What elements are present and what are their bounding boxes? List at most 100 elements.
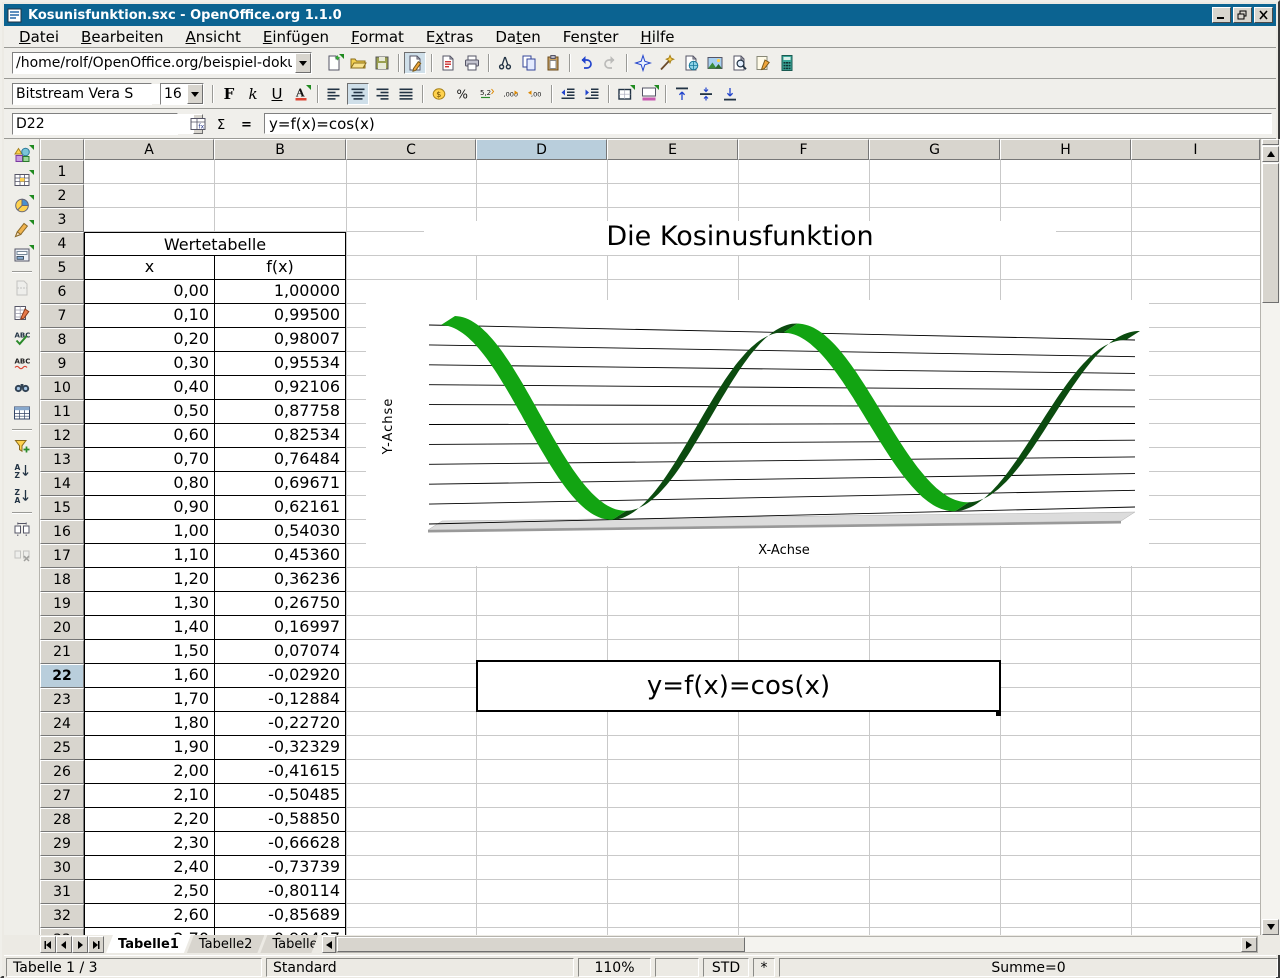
row-header-8[interactable]: 8	[40, 328, 84, 352]
row-header-25[interactable]: 25	[40, 736, 84, 760]
new-document-icon[interactable]	[323, 52, 345, 74]
hscroll-left-arrow[interactable]	[322, 936, 336, 953]
document-url-combo[interactable]	[12, 52, 312, 74]
cell[interactable]: 1,10	[85, 544, 215, 567]
calculator-icon[interactable]	[776, 52, 798, 74]
row-header-12[interactable]: 12	[40, 424, 84, 448]
font-size-input[interactable]	[161, 84, 187, 104]
value-table-title[interactable]: Wertetabelle	[85, 233, 345, 256]
sort-ascending-icon[interactable]: AZ	[9, 459, 35, 483]
cell[interactable]: 2,00	[85, 760, 215, 783]
percent-icon[interactable]: %	[452, 83, 474, 105]
row-header-11[interactable]: 11	[40, 400, 84, 424]
cell[interactable]: 2,10	[85, 784, 215, 807]
cell[interactable]: -0,58850	[215, 808, 345, 831]
row-header-3[interactable]: 3	[40, 208, 84, 232]
column-header-B[interactable]: B	[214, 139, 346, 160]
cell[interactable]: 2,30	[85, 832, 215, 855]
cell-reference-box[interactable]	[12, 113, 178, 135]
row-header-20[interactable]: 20	[40, 616, 84, 640]
cell[interactable]: -0,22720	[215, 712, 345, 735]
export-pdf-icon[interactable]	[437, 52, 459, 74]
first-sheet-icon[interactable]	[40, 936, 56, 953]
autofilter-icon[interactable]	[9, 434, 35, 458]
cell[interactable]: 0,36236	[215, 568, 345, 591]
autospellcheck-icon[interactable]: ABC	[9, 351, 35, 375]
menu-fenster[interactable]: Fenster	[552, 27, 630, 47]
print-icon[interactable]	[461, 52, 483, 74]
cell[interactable]: 0,45360	[215, 544, 345, 567]
delete-decimal-icon[interactable]: ,00	[524, 83, 546, 105]
row-header-28[interactable]: 28	[40, 808, 84, 832]
row-header-2[interactable]: 2	[40, 184, 84, 208]
add-decimal-icon[interactable]: ,000	[500, 83, 522, 105]
last-sheet-icon[interactable]	[88, 936, 104, 953]
cell[interactable]: -0,32329	[215, 736, 345, 759]
cell[interactable]: -0,85689	[215, 904, 345, 927]
cell[interactable]: -0,66628	[215, 832, 345, 855]
row-header-22[interactable]: 22	[40, 664, 84, 688]
cell[interactable]: 0,87758	[215, 400, 345, 423]
cell[interactable]: 0,20	[85, 328, 215, 351]
next-sheet-icon[interactable]	[72, 936, 88, 953]
hscroll-right-arrow[interactable]	[1241, 937, 1257, 952]
value-table-column-header[interactable]: f(x)	[215, 256, 345, 279]
cell[interactable]: 0,95534	[215, 352, 345, 375]
cell[interactable]: 1,70	[85, 688, 215, 711]
status-insert-mode[interactable]	[655, 958, 699, 977]
row-header-16[interactable]: 16	[40, 520, 84, 544]
cell[interactable]: 0,16997	[215, 616, 345, 639]
cell[interactable]: -0,12884	[215, 688, 345, 711]
vscroll-split-handle[interactable]	[1262, 139, 1279, 145]
background-color-icon[interactable]	[638, 83, 660, 105]
font-size-dropdown-icon[interactable]	[187, 84, 203, 104]
row-header-17[interactable]: 17	[40, 544, 84, 568]
row-header-4[interactable]: 4	[40, 232, 84, 256]
autopilot-icon[interactable]	[656, 52, 678, 74]
cell[interactable]: 1,80	[85, 712, 215, 735]
currency-icon[interactable]: $	[428, 83, 450, 105]
select-all-corner[interactable]	[40, 139, 84, 160]
status-zoom[interactable]: 110%	[578, 958, 651, 977]
datasources-icon[interactable]	[9, 401, 35, 425]
cell[interactable]: 2,50	[85, 880, 215, 903]
cell[interactable]: 1,30	[85, 592, 215, 615]
formula-textbox[interactable]: y=f(x)=cos(x)	[476, 660, 1001, 712]
align-center-vertical-icon[interactable]	[695, 83, 717, 105]
insert-cells-icon[interactable]	[9, 168, 35, 192]
cell[interactable]: 0,69671	[215, 472, 345, 495]
italic-icon[interactable]: k	[242, 83, 264, 105]
insert-chart-icon[interactable]	[9, 193, 35, 217]
menu-daten[interactable]: Daten	[484, 27, 551, 47]
insert-icon[interactable]	[9, 143, 35, 167]
row-header-6[interactable]: 6	[40, 280, 84, 304]
align-center-icon[interactable]	[347, 83, 369, 105]
row-header-27[interactable]: 27	[40, 784, 84, 808]
menu-ansicht[interactable]: Ansicht	[174, 27, 251, 47]
formula-input-line[interactable]	[264, 113, 1272, 134]
row-header-5[interactable]: 5	[40, 256, 84, 280]
borders-icon[interactable]	[614, 83, 636, 105]
cell[interactable]: 0,70	[85, 448, 215, 471]
status-sum[interactable]: Summe=0	[779, 958, 1278, 977]
cut-icon[interactable]	[494, 52, 516, 74]
column-header-I[interactable]: I	[1131, 139, 1260, 160]
zoom-icon[interactable]	[728, 52, 750, 74]
resize-handle[interactable]	[996, 711, 1001, 716]
row-header-1[interactable]: 1	[40, 160, 84, 184]
vscroll-thumb[interactable]	[1262, 163, 1279, 303]
sheet-tab-tabelle1[interactable]: Tabelle1	[106, 935, 191, 953]
row-header-33[interactable]: 33	[40, 928, 84, 935]
spellcheck-icon[interactable]: ABC	[9, 326, 35, 350]
cell[interactable]: 1,20	[85, 568, 215, 591]
cell[interactable]: 0,90	[85, 496, 215, 519]
column-header-A[interactable]: A	[84, 139, 214, 160]
cell[interactable]: 0,62161	[215, 496, 345, 519]
hyperlink-icon[interactable]	[680, 52, 702, 74]
equals-icon[interactable]: =	[235, 113, 257, 135]
undo-icon[interactable]	[575, 52, 597, 74]
cell[interactable]: 0,82534	[215, 424, 345, 447]
font-color-icon[interactable]: A	[290, 83, 312, 105]
underline-icon[interactable]: U	[266, 83, 288, 105]
horizontal-scrollbar[interactable]	[336, 936, 1258, 953]
